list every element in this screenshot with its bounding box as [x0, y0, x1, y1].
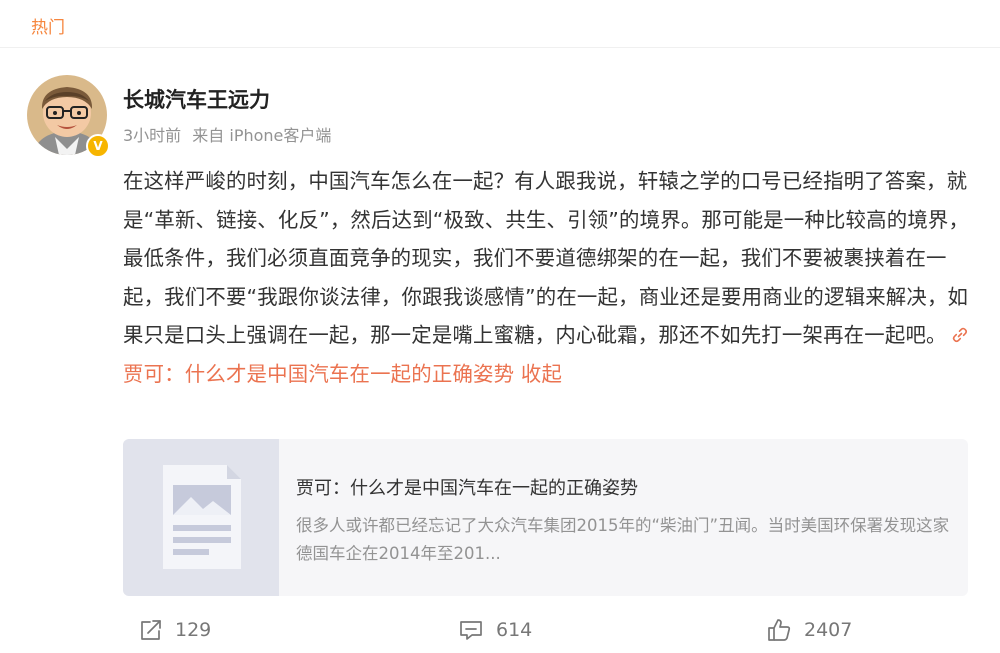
article-card-title: 贾可：什么才是中国汽车在一起的正确姿势	[296, 478, 638, 499]
post-source: 来自 iPhone客户端	[192, 126, 332, 145]
article-placeholder-icon	[163, 465, 241, 569]
post-meta: 3小时前 来自 iPhone客户端	[123, 125, 331, 147]
comment-count: 614	[496, 619, 533, 641]
forward-button[interactable]: 129	[139, 616, 211, 644]
author-name[interactable]: 长城汽车王远力	[123, 86, 270, 114]
comment-icon	[460, 621, 482, 640]
forward-count: 129	[175, 619, 212, 641]
post-text: 在这样严峻的时刻，中国汽车怎么在一起？有人跟我说，轩辕之学的口号已经指明了答案，…	[123, 169, 970, 347]
article-link-label: 贾可：什么才是中国汽车在一起的正确姿势	[123, 361, 515, 386]
post-time[interactable]: 3小时前	[123, 126, 181, 145]
action-bar: 129 614 2407	[0, 610, 1000, 650]
comment-button[interactable]: 614	[458, 616, 532, 644]
verified-badge-icon: V	[86, 134, 110, 158]
article-thumbnail	[123, 439, 279, 596]
like-button[interactable]: 2407	[766, 616, 852, 644]
collapse-button[interactable]: 收起	[521, 362, 562, 386]
tab-hot[interactable]: 热门	[31, 17, 65, 39]
like-count: 2407	[804, 619, 853, 641]
post-content: 在这样严峻的时刻，中国汽车怎么在一起？有人跟我说，轩辕之学的口号已经指明了答案，…	[123, 162, 973, 393]
article-card[interactable]: 贾可：什么才是中国汽车在一起的正确姿势 很多人或许都已经忘记了大众汽车集团201…	[123, 439, 968, 596]
forward-icon	[141, 620, 161, 640]
article-card-description: 很多人或许都已经忘记了大众汽车集团2015年的“柴油门”丑闻。当时美国环保署发现…	[296, 516, 950, 563]
link-icon	[952, 327, 967, 343]
like-icon	[768, 619, 791, 641]
top-tab-bar: 热门	[0, 0, 1000, 48]
